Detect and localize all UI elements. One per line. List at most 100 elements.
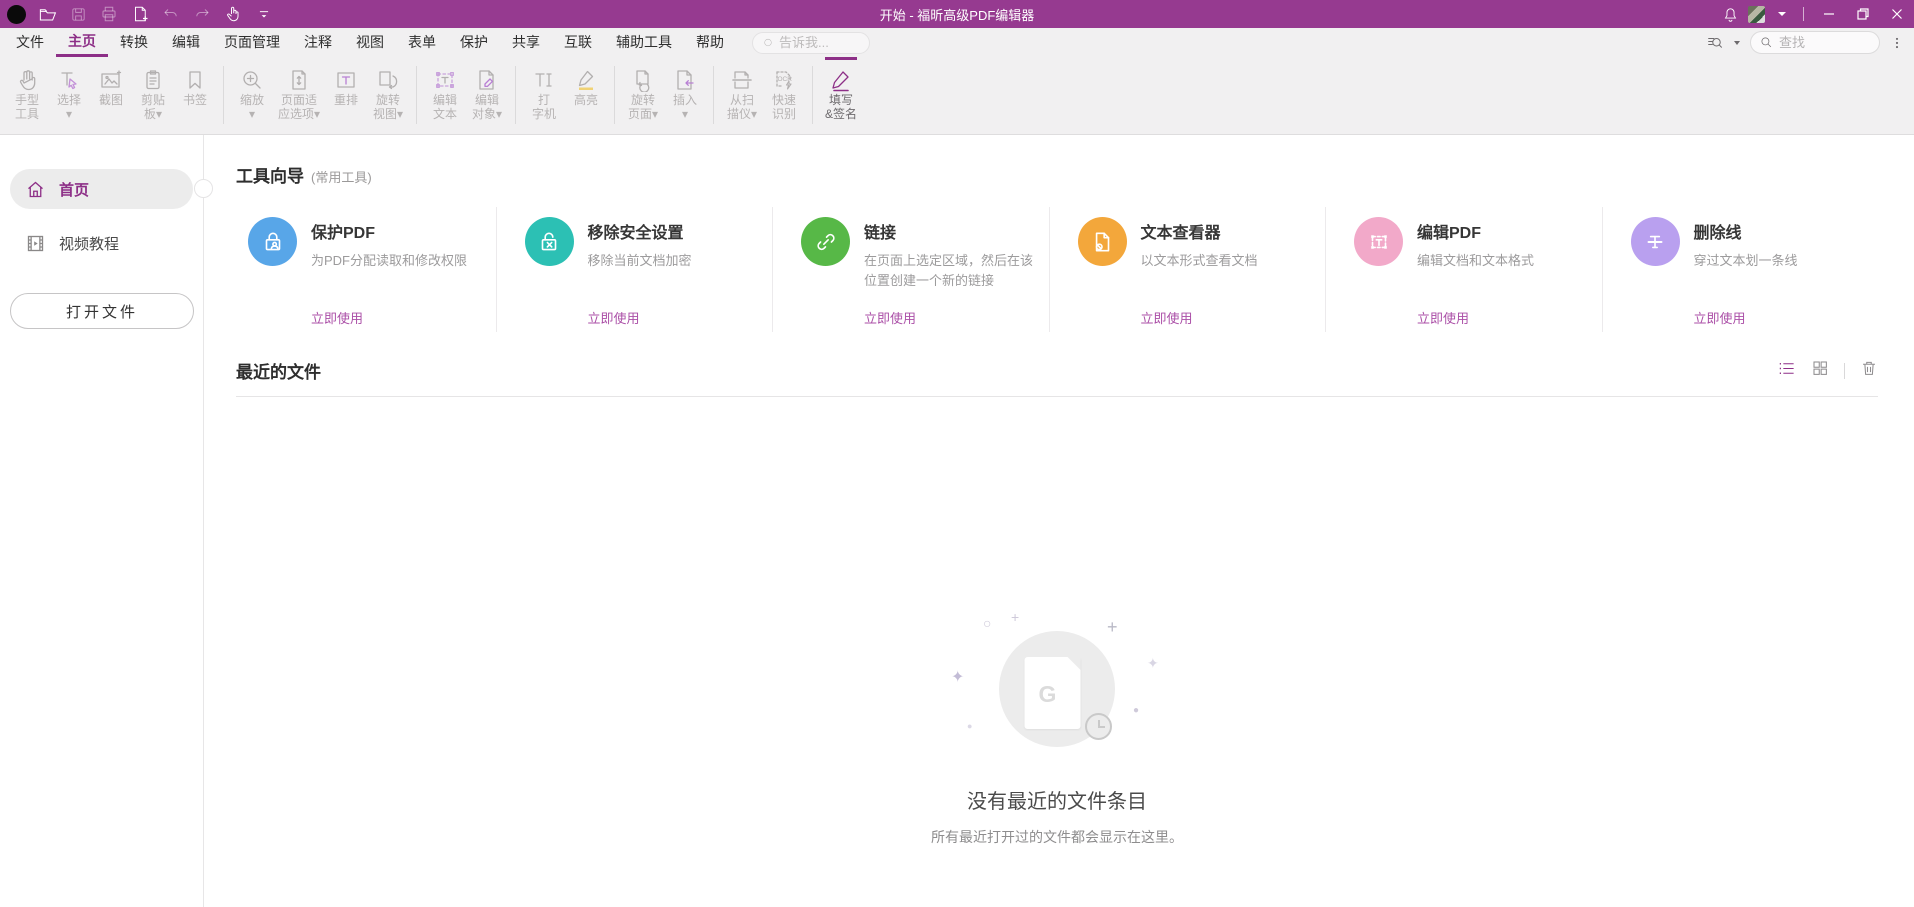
title-bar: 开始 - 福昕高级PDF编辑器 <box>0 0 1914 28</box>
hand-icon <box>15 66 39 93</box>
kebab-menu-icon[interactable] <box>1890 36 1904 50</box>
toolbar-label: 插入 <box>673 93 697 107</box>
use-now-link[interactable]: 立即使用 <box>311 308 467 327</box>
menu-share[interactable]: 共享 <box>500 28 552 57</box>
ribbon-separator <box>614 66 615 124</box>
menu-file[interactable]: 文件 <box>4 28 56 57</box>
ribbon-separator <box>812 66 813 124</box>
card-title: 文本查看器 <box>1141 219 1258 243</box>
edit-object-button[interactable]: 编辑 对象▾ <box>466 57 508 134</box>
save-icon[interactable] <box>67 3 89 25</box>
use-now-link[interactable]: 立即使用 <box>588 308 692 327</box>
tell-me-icon <box>763 36 773 49</box>
sidebar-collapse-handle[interactable] <box>194 179 213 198</box>
menu-home[interactable]: 主页 <box>56 28 108 57</box>
use-now-link[interactable]: 立即使用 <box>1417 308 1534 327</box>
snapshot-button[interactable]: 截图 <box>90 57 132 134</box>
toolbar-label: 选择 <box>57 93 81 107</box>
bookmark-button[interactable]: 书签 <box>174 57 216 134</box>
toolbar-label: 高亮 <box>574 93 598 107</box>
tool-card-remove-security[interactable]: 移除安全设置 移除当前文档加密 立即使用 <box>496 207 773 332</box>
search-box[interactable] <box>1750 31 1880 54</box>
fill-sign-button[interactable]: 填写 &签名 <box>820 57 862 134</box>
menu-comment[interactable]: 注释 <box>292 28 344 57</box>
sidebar-item-label: 视频教程 <box>59 233 119 254</box>
open-folder-icon[interactable] <box>36 3 58 25</box>
menu-convert[interactable]: 转换 <box>108 28 160 57</box>
select-tool-button[interactable]: 选择 ▾ <box>48 57 90 134</box>
sidebar-item-home[interactable]: 首页 <box>10 169 193 209</box>
menu-edit[interactable]: 编辑 <box>160 28 212 57</box>
reflow-button[interactable]: 重排 <box>325 57 367 134</box>
redo-icon[interactable] <box>191 3 213 25</box>
fit-page-button[interactable]: 页面适 应选项▾ <box>273 57 325 134</box>
empty-title: 没有最近的文件条目 <box>236 785 1878 814</box>
star-sparkle-icon: ✦ <box>1147 655 1159 672</box>
undo-icon[interactable] <box>160 3 182 25</box>
dot-sparkle-icon: ● <box>967 721 972 731</box>
account-caret-icon[interactable] <box>1769 0 1795 28</box>
quick-ocr-button[interactable]: OCR 快速 识别 <box>763 57 805 134</box>
empty-subtitle: 所有最近打开过的文件都会显示在这里。 <box>236 827 1878 847</box>
zoom-button[interactable]: 缩放 ▾ <box>231 57 273 134</box>
avatar[interactable] <box>1743 0 1769 28</box>
menu-view[interactable]: 视图 <box>344 28 396 57</box>
bell-icon[interactable] <box>1717 0 1743 28</box>
use-now-link[interactable]: 立即使用 <box>864 308 1041 327</box>
insert-page-button[interactable]: 插入 ▾ <box>664 57 706 134</box>
use-now-link[interactable]: 立即使用 <box>1694 308 1798 327</box>
rotate-view-button[interactable]: 旋转 视图▾ <box>367 57 409 134</box>
tell-me-input[interactable] <box>779 35 859 50</box>
app-logo[interactable] <box>5 3 27 25</box>
open-file-button[interactable]: 打开文件 <box>10 293 194 329</box>
rotate-page-button[interactable]: 旋转 页面▾ <box>622 57 664 134</box>
toolbar-label: ▾ <box>682 107 688 121</box>
tool-card-protect-pdf[interactable]: 保护PDF 为PDF分配读取和修改权限 立即使用 <box>236 207 496 332</box>
sidebar-item-video-tutorial[interactable]: 视频教程 <box>10 223 193 263</box>
tool-card-text-viewer[interactable]: 文本查看器 以文本形式查看文档 立即使用 <box>1049 207 1326 332</box>
star-sparkle-icon: ✦ <box>951 667 964 687</box>
tell-me-box[interactable] <box>752 32 870 54</box>
find-options-icon[interactable] <box>1706 34 1724 52</box>
select-cursor-icon <box>57 66 81 93</box>
close-button[interactable] <box>1880 0 1914 28</box>
scanner-icon <box>730 66 754 93</box>
edit-object-icon <box>475 66 499 93</box>
toolbar-label: 缩放 <box>240 93 264 107</box>
recent-files-header: 最近的文件 <box>236 358 1878 383</box>
menu-form[interactable]: 表单 <box>396 28 448 57</box>
trash-icon[interactable] <box>1860 359 1878 382</box>
clipboard-button[interactable]: 剪贴 板▾ <box>132 57 174 134</box>
print-icon[interactable] <box>98 3 120 25</box>
svg-text:OCR: OCR <box>778 76 793 83</box>
typewriter-button[interactable]: 打 字机 <box>523 57 565 134</box>
menu-protect[interactable]: 保护 <box>448 28 500 57</box>
find-caret-icon[interactable] <box>1734 41 1740 45</box>
highlight-button[interactable]: 高亮 <box>565 57 607 134</box>
empty-document-icon: G <box>1025 657 1081 729</box>
menu-accessibility[interactable]: 辅助工具 <box>604 28 684 57</box>
hand-pointer-icon[interactable] <box>222 3 244 25</box>
zoom-icon <box>240 66 264 93</box>
grid-view-icon[interactable] <box>1811 359 1829 382</box>
edit-text-button[interactable]: 编辑 文本 <box>424 57 466 134</box>
tool-card-strikeout[interactable]: 删除线 穿过文本划一条线 立即使用 <box>1602 207 1879 332</box>
minimize-button[interactable] <box>1812 0 1846 28</box>
use-now-link[interactable]: 立即使用 <box>1141 308 1258 327</box>
new-document-icon[interactable] <box>129 3 151 25</box>
tool-card-edit-pdf[interactable]: 编辑PDF 编辑文档和文本格式 立即使用 <box>1325 207 1602 332</box>
toolbar-label: 重排 <box>334 93 358 107</box>
menu-help[interactable]: 帮助 <box>684 28 736 57</box>
menu-page-organize[interactable]: 页面管理 <box>212 28 292 57</box>
customize-toolbar-icon[interactable] <box>253 3 275 25</box>
hand-tool-button[interactable]: 手型 工具 <box>6 57 48 134</box>
menu-connect[interactable]: 互联 <box>552 28 604 57</box>
fill-sign-icon <box>829 66 853 93</box>
tool-card-link[interactable]: 链接 在页面上选定区域，然后在该位置创建一个新的链接 立即使用 <box>772 207 1049 332</box>
list-view-icon[interactable] <box>1777 359 1796 383</box>
text-document-icon <box>1078 217 1127 266</box>
restore-button[interactable] <box>1846 0 1880 28</box>
search-input[interactable] <box>1779 35 1869 50</box>
from-scanner-button[interactable]: 从扫 描仪▾ <box>721 57 763 134</box>
card-title: 编辑PDF <box>1417 219 1534 243</box>
